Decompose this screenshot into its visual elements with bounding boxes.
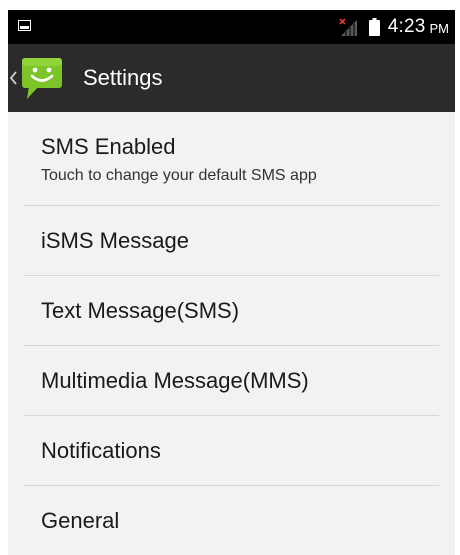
setting-sms-enabled[interactable]: SMS Enabled Touch to change your default… [8,112,455,206]
settings-list: SMS Enabled Touch to change your default… [8,112,455,555]
page-title: Settings [83,65,163,90]
setting-title: Text Message(SMS) [41,298,240,323]
setting-multimedia-message-mms[interactable]: Multimedia Message(MMS) [8,346,455,416]
setting-title: SMS Enabled [41,133,176,159]
messaging-smiley-icon [22,58,62,99]
action-bar: Settings [8,44,455,112]
status-right-group: 4:23 PM [339,10,449,44]
setting-title: General [41,508,120,533]
setting-title: Multimedia Message(MMS) [41,368,309,393]
screenshot-icon [18,20,31,31]
setting-title: iSMS Message [41,228,189,253]
setting-title: Notifications [41,438,161,463]
status-bar: 4:23 PM [8,10,455,44]
setting-text-message-sms[interactable]: Text Message(SMS) [8,276,455,346]
status-clock-ampm: PM [429,20,450,36]
setting-summary: Touch to change your default SMS app [41,166,317,184]
battery-icon [368,18,380,36]
setting-isms-message[interactable]: iSMS Message [8,206,455,276]
setting-general[interactable]: General [8,486,455,555]
setting-notifications[interactable]: Notifications [8,416,455,486]
no-signal-icon [339,18,357,36]
back-caret-icon [9,71,17,85]
screen: 4:23 PM Settings SMS Enabled Touch to ch… [8,10,455,555]
status-clock: 4:23 [387,16,426,37]
up-navigation-button[interactable] [8,44,73,112]
